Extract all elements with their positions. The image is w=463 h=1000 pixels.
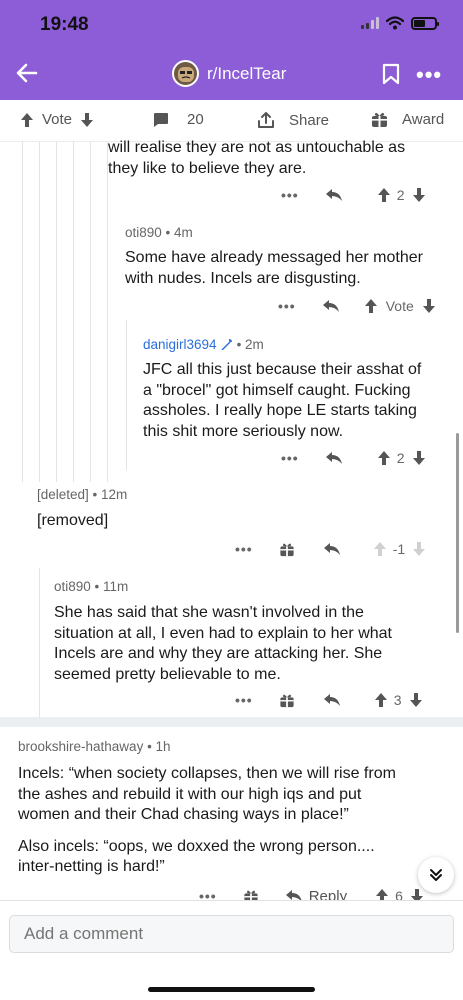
comment-6-line-5: inter-netting is hard!” [18,858,165,875]
downvote-icon[interactable] [409,692,423,708]
gift-icon[interactable] [279,693,295,708]
more-icon[interactable]: ••• [278,298,296,314]
upvote-icon[interactable] [364,298,378,314]
post-action-bar: Vote 20 Share Award [0,100,463,142]
comment-2-score: Vote [385,298,414,314]
comment-1-body: will realise they are not as untouchable… [108,138,405,179]
reply-icon[interactable] [325,188,343,202]
more-icon[interactable]: ••• [235,692,253,708]
comment-6-body: Incels: “when society collapses, then we… [18,764,396,878]
comment-1-actions: ••• 2 [281,185,426,205]
comment-5-actions: ••• 3 [235,690,423,710]
bookmark-icon[interactable] [381,63,401,85]
upvote-icon[interactable] [20,112,34,128]
reply-icon[interactable] [323,542,341,556]
comment-2-line-2: with nudes. Incels are disgusting. [125,269,361,287]
share-icon [258,112,274,128]
status-icons [361,16,439,30]
subreddit-name: r/IncelTear [207,63,287,83]
comment-1-score: 2 [396,187,405,203]
mod-wrench-icon [221,339,232,350]
downvote-icon[interactable] [412,187,426,203]
downvote-icon[interactable] [422,298,436,314]
comment-3-line-3: assholes. I really hope LE starts taking [143,402,417,419]
upvote-icon[interactable] [373,541,387,557]
comment-3-age: • 2m [236,337,264,352]
battery-icon [411,16,439,30]
comments-count: 20 [187,111,204,128]
comment-6-line-4: Also incels: “oops, we doxxed the wrong … [18,837,375,855]
subreddit-link[interactable]: r/IncelTear [172,60,286,87]
comment-3-actions: ••• 2 [281,448,426,468]
comment-2-author[interactable]: oti890 • 4m [125,225,193,240]
comment-5-score: 3 [393,692,402,708]
next-comment-button[interactable] [418,857,454,893]
status-time: 19:48 [40,14,89,35]
comment-4-body: [removed] [37,511,108,532]
gift-icon [372,112,387,127]
double-chevron-down-icon [430,869,442,881]
app-header: 19:48 r/IncelTear ••• [0,0,463,100]
cellular-signal-icon [361,17,379,29]
award-label: Award [402,111,445,128]
comment-3-header: danigirl3694 • 2m [143,337,264,352]
wifi-icon [386,16,404,30]
comment-5-line-1: She has said that she wasn't involved in… [54,604,364,621]
more-options-icon[interactable]: ••• [416,62,442,88]
comment-6-line-1: Incels: “when society collapses, then we… [18,765,396,782]
scrollbar[interactable] [456,433,459,633]
reply-icon[interactable] [322,299,340,313]
comment-6-author[interactable]: brookshire-hathaway • 1h [18,739,171,754]
share-button[interactable]: Share [257,111,329,129]
comment-composer-bar [0,900,463,1000]
comment-2-line-1: Some have already messaged her mother [125,249,423,266]
subreddit-avatar [172,60,199,87]
upvote-icon[interactable] [374,692,388,708]
comment-5-line-4: seemed pretty believable to me. [54,665,281,683]
vote-label: Vote [42,111,73,128]
comment-2-body: Some have already messaged her mother wi… [125,248,423,289]
reply-icon[interactable] [325,451,343,465]
downvote-icon[interactable] [80,112,94,128]
comment-4-actions: ••• -1 [235,539,426,559]
vote-control: Vote [20,111,94,128]
comment-5-line-2: situation at all, I even had to explain … [54,624,392,642]
downvote-icon[interactable] [412,541,426,557]
add-comment-input[interactable] [9,915,454,953]
comment-icon [154,112,168,127]
comment-4-score: -1 [392,541,406,557]
comment-3-body: JFC all this just because their asshat o… [143,360,421,442]
comment-5-author[interactable]: oti890 • 11m [54,579,128,594]
comment-3-line-4: this shit more seriously now. [143,422,344,440]
more-icon[interactable]: ••• [281,187,299,203]
comment-5-line-3: Incels are and why they are attacking he… [54,645,383,662]
upvote-icon[interactable] [377,450,391,466]
comments-button[interactable]: 20 [152,111,204,128]
more-icon[interactable]: ••• [235,541,253,557]
downvote-icon[interactable] [412,450,426,466]
comment-3-author[interactable]: danigirl3694 [143,337,217,352]
home-indicator [148,987,315,992]
comment-3-score: 2 [396,450,405,466]
comment-4-author: [deleted] • 12m [37,487,128,502]
comment-5-body: She has said that she wasn't involved in… [54,603,392,685]
comment-3-line-1: JFC all this just because their asshat o… [143,361,422,378]
share-label: Share [289,111,330,129]
upvote-icon[interactable] [377,187,391,203]
reply-icon[interactable] [323,693,341,707]
back-arrow-icon[interactable] [14,60,40,86]
comment-thread-divider [0,717,463,727]
comment-6-line-2: the ashes and rebuild it with our high i… [18,785,362,803]
comment-4-line-1: [removed] [37,512,109,529]
more-icon[interactable]: ••• [281,450,299,466]
award-button[interactable]: Award [371,111,444,128]
comment-6-line-3: women and their Chad chasing ways in pla… [18,806,349,823]
comment-3-line-2: a "brocel" got himself caught. Fucking [143,381,411,399]
comment-2-actions: ••• Vote [278,296,436,316]
gift-icon[interactable] [279,542,295,557]
comment-1-line-1: will realise they are not as untouchable… [108,139,406,156]
comment-1-line-2: they like to believe they are. [108,159,307,177]
